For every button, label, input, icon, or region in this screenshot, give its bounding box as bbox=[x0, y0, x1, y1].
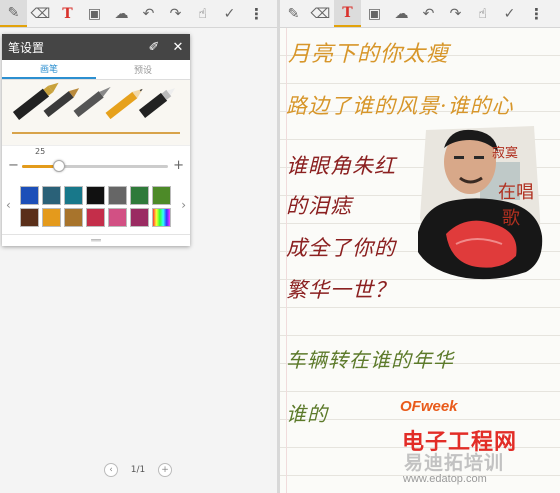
redo-icon[interactable]: ↷ bbox=[162, 0, 189, 27]
more-icon[interactable]: ⋮ bbox=[523, 0, 550, 27]
eyedropper-icon[interactable]: ✐ bbox=[142, 40, 166, 55]
handwritten-line: 谁眼角朱红 bbox=[286, 154, 396, 178]
size-track[interactable] bbox=[22, 160, 168, 172]
color-swatch[interactable] bbox=[20, 186, 39, 205]
decrease-size-button[interactable]: − bbox=[8, 158, 19, 173]
color-swatch[interactable] bbox=[86, 208, 105, 227]
color-swatch[interactable] bbox=[152, 186, 171, 205]
drag-handle[interactable]: ══ bbox=[2, 234, 190, 246]
previous-page-button[interactable]: ‹ bbox=[104, 463, 118, 477]
page-indicator: ‹ 1/1 + bbox=[104, 462, 172, 478]
hand-icon[interactable]: ☝ bbox=[469, 0, 496, 27]
pen-types bbox=[12, 80, 178, 120]
watermark-site: 易迪拓培训 bbox=[404, 452, 505, 474]
pen-size-value: 25 bbox=[35, 147, 46, 156]
camera-icon[interactable]: ▣ bbox=[361, 0, 388, 27]
done-icon[interactable]: ✓ bbox=[496, 0, 523, 27]
eraser-icon[interactable]: ⌫ bbox=[307, 0, 334, 27]
handwritten-line: 成全了你的 bbox=[286, 236, 396, 260]
camera-icon[interactable]: ▣ bbox=[81, 0, 108, 27]
selection-icon[interactable]: ☁ bbox=[108, 0, 135, 27]
handwritten-line: 的泪痣 bbox=[286, 194, 352, 218]
tab-brush[interactable]: 画笔 bbox=[2, 60, 96, 79]
marker-icon[interactable] bbox=[138, 84, 178, 118]
page-count: 1/1 bbox=[130, 465, 146, 475]
selection-icon[interactable]: ☁ bbox=[388, 0, 415, 27]
eraser-icon[interactable]: ⌫ bbox=[27, 0, 54, 27]
color-swatch[interactable] bbox=[108, 186, 127, 205]
stroke-preview bbox=[12, 132, 180, 134]
more-icon[interactable]: ⋮ bbox=[243, 0, 270, 27]
pen-size-slider[interactable]: 25 − + bbox=[2, 146, 190, 180]
chevron-left-icon[interactable]: ‹ bbox=[6, 198, 11, 212]
tab-preset[interactable]: 预设 bbox=[96, 60, 190, 79]
pencil-icon[interactable] bbox=[105, 86, 146, 120]
right-pane: ✎ ⌫ T ▣ ☁ ↶ ↷ ☝ ✓ ⋮ 月亮下的你太瘦 路边了谁的风景·谁的心 … bbox=[280, 0, 560, 493]
increase-size-button[interactable]: + bbox=[173, 158, 184, 173]
color-swatch[interactable] bbox=[86, 186, 105, 205]
watermark-url: www.edatop.com bbox=[403, 473, 487, 485]
color-swatch[interactable] bbox=[64, 186, 83, 205]
pen-type-selector bbox=[2, 80, 190, 146]
color-swatch[interactable] bbox=[64, 208, 83, 227]
handwritten-line: 路边了谁的风景·谁的心 bbox=[286, 94, 514, 118]
sticker-text: 寂寞 bbox=[492, 146, 519, 161]
color-swatch[interactable] bbox=[130, 186, 149, 205]
hand-icon[interactable]: ☝ bbox=[189, 0, 216, 27]
pen-settings-header: 笔设置 ✐ ✕ bbox=[2, 34, 190, 60]
add-page-button[interactable]: + bbox=[157, 463, 172, 477]
pen-icon[interactable]: ✎ bbox=[0, 0, 27, 27]
text-icon[interactable]: T bbox=[54, 0, 81, 27]
ofweek-logo: OFweek bbox=[400, 398, 458, 415]
color-palette: ‹ › bbox=[2, 184, 190, 230]
fountain-pen-icon[interactable] bbox=[12, 80, 62, 120]
left-toolbar: ✎ ⌫ T ▣ ☁ ↶ ↷ ☝ ✓ ⋮ bbox=[0, 0, 277, 28]
sticker-text: 歌 bbox=[502, 208, 520, 229]
left-pane: ✎ ⌫ T ▣ ☁ ↶ ↷ ☝ ✓ ⋮ 笔设置 ✐ ✕ 画笔 预设 25 − +… bbox=[0, 0, 277, 493]
chevron-right-icon[interactable]: › bbox=[181, 198, 186, 212]
handwritten-line: 繁华一世？ bbox=[286, 278, 396, 302]
redo-icon[interactable]: ↷ bbox=[442, 0, 469, 27]
color-swatch[interactable] bbox=[42, 208, 61, 227]
color-swatch[interactable] bbox=[42, 186, 61, 205]
swatch-grid bbox=[20, 186, 171, 227]
handwritten-line: 月亮下的你太瘦 bbox=[288, 42, 450, 67]
undo-icon[interactable]: ↶ bbox=[415, 0, 442, 27]
size-knob[interactable] bbox=[52, 160, 65, 172]
handwritten-line: 谁的 bbox=[286, 402, 328, 426]
color-swatch[interactable] bbox=[130, 208, 149, 227]
pen-settings-panel: 笔设置 ✐ ✕ 画笔 预设 25 − + ‹ › ══ bbox=[2, 34, 190, 246]
close-icon[interactable]: ✕ bbox=[166, 40, 190, 55]
undo-icon[interactable]: ↶ bbox=[135, 0, 162, 27]
pen-settings-tabs: 画笔 预设 bbox=[2, 60, 190, 80]
right-toolbar: ✎ ⌫ T ▣ ☁ ↶ ↷ ☝ ✓ ⋮ bbox=[280, 0, 560, 28]
color-picker-swatch[interactable] bbox=[152, 208, 171, 227]
handwritten-line: 车辆转在谁的年华 bbox=[286, 348, 454, 372]
text-icon[interactable]: T bbox=[334, 0, 361, 27]
sticker-text: 在唱 bbox=[498, 182, 534, 203]
pen-icon[interactable]: ✎ bbox=[280, 0, 307, 27]
pen-settings-title: 笔设置 bbox=[8, 40, 45, 55]
color-swatch[interactable] bbox=[108, 208, 127, 227]
done-icon[interactable]: ✓ bbox=[216, 0, 243, 27]
color-swatch[interactable] bbox=[20, 208, 39, 227]
